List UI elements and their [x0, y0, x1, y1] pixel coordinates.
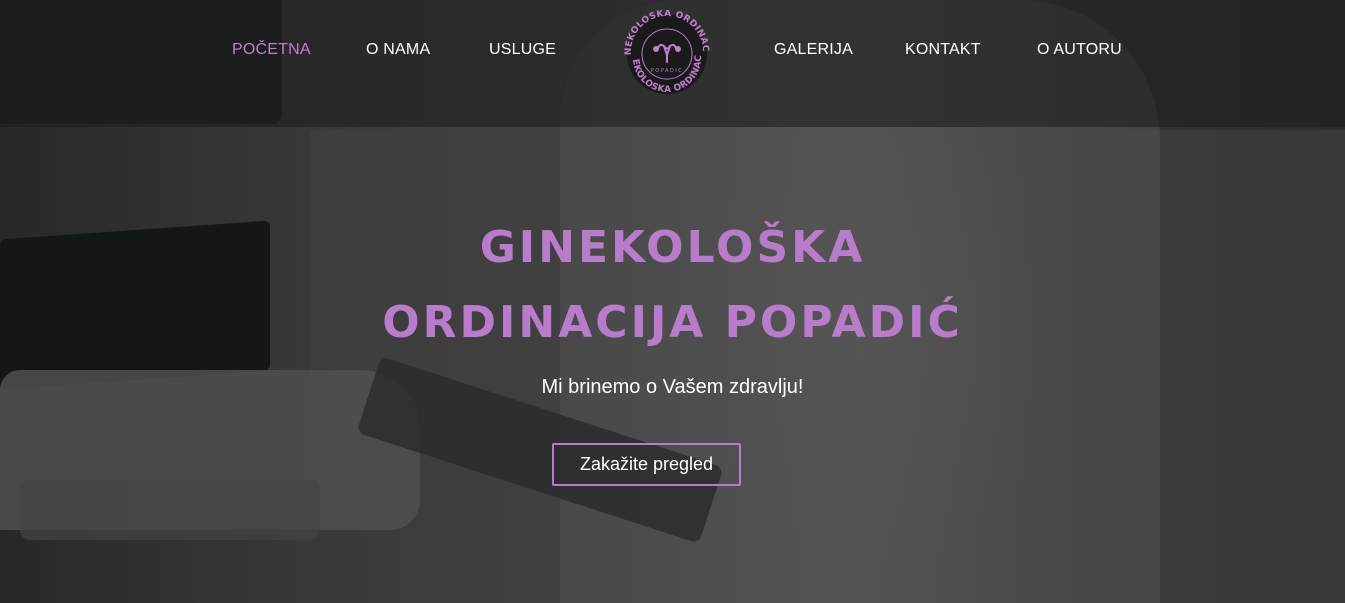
nav-item-o-autoru[interactable]: O AUTORU — [1037, 41, 1122, 59]
logo-inner-text: POPADIC — [651, 68, 683, 74]
nav-item-pocetna[interactable]: POČETNA — [232, 41, 311, 59]
hero-title-line2: ORDINACIJA POPADIĆ — [382, 297, 963, 348]
top-navbar: POČETNA O NAMA USLUGE GINEKOLOSKA ORDINA… — [0, 0, 1345, 127]
nav-item-o-nama[interactable]: O NAMA — [366, 41, 430, 59]
book-appointment-button[interactable]: Zakažite pregled — [552, 443, 741, 486]
hero-subtitle: Mi brinemo o Vašem zdravlju! — [541, 376, 804, 398]
nav-item-kontakt[interactable]: KONTAKT — [905, 41, 981, 59]
clinic-logo-svg: GINEKOLOSKA ORDINACIJA GINEKOLOSKA ORDIN… — [616, 3, 710, 95]
hero-title-line1: GINEKOLOŠKA — [479, 222, 866, 273]
nav-item-galerija[interactable]: GALERIJA — [774, 41, 853, 59]
nav-item-usluge[interactable]: USLUGE — [489, 41, 556, 59]
clinic-logo[interactable]: GINEKOLOSKA ORDINACIJA GINEKOLOSKA ORDIN… — [616, 3, 714, 95]
